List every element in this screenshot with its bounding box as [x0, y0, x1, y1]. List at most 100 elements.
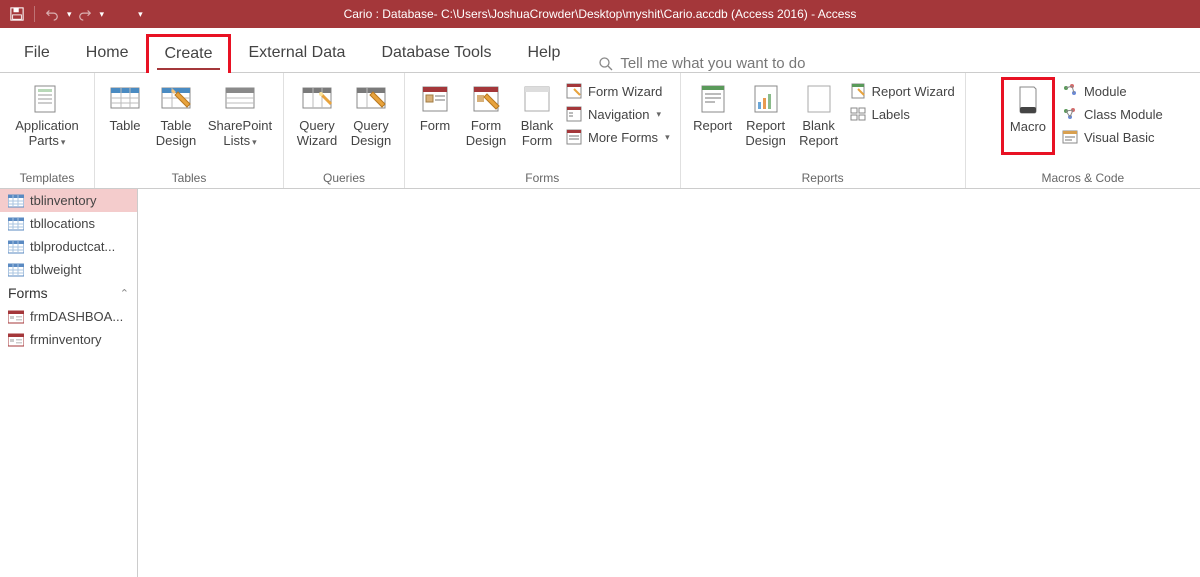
visual-basic-button[interactable]: Visual Basic: [1059, 127, 1165, 147]
undo-dropdown-icon[interactable]: ▾: [67, 9, 72, 20]
table-icon: [8, 217, 24, 231]
more-forms-button[interactable]: More Forms▾: [563, 127, 672, 147]
qat-customize-icon[interactable]: ▾: [138, 9, 143, 20]
group-label-reports: Reports: [689, 169, 957, 188]
document-area: [138, 189, 1200, 577]
table-icon: [8, 194, 24, 208]
sharepoint-lists-button[interactable]: SharePoint Lists▾: [205, 77, 275, 149]
nav-item-label: tblproductcat...: [30, 239, 115, 254]
labels-icon: [849, 105, 867, 123]
report-design-button[interactable]: Report Design: [741, 77, 791, 149]
blank-report-button[interactable]: Blank Report: [795, 77, 843, 149]
nav-form-item[interactable]: frmDASHBOA...: [0, 305, 137, 328]
collapse-icon: ⌃: [120, 287, 129, 300]
report-wizard-button[interactable]: Report Wizard: [847, 81, 957, 101]
form-icon: [420, 81, 450, 117]
macro-button[interactable]: Macro: [1001, 77, 1055, 155]
group-templates: Application Parts▾ Templates: [0, 73, 95, 188]
tell-me-search[interactable]: Tell me what you want to do: [598, 55, 805, 72]
more-forms-icon: [565, 128, 583, 146]
search-icon: [598, 56, 614, 72]
form-wizard-icon: [565, 82, 583, 100]
group-label-forms: Forms: [413, 169, 672, 188]
nav-form-item[interactable]: frminventory: [0, 328, 137, 351]
blank-report-icon: [804, 81, 834, 117]
tell-me-placeholder: Tell me what you want to do: [620, 55, 805, 72]
sharepoint-lists-icon: [224, 81, 256, 117]
title-bar: ▾ ▾ ▾ Cario : Database- C:\Users\JoshuaC…: [0, 0, 1200, 28]
module-button[interactable]: Module: [1059, 81, 1165, 101]
undo-icon[interactable]: [45, 7, 59, 21]
group-forms: Form Form Design Blank Form Form Wizard …: [405, 73, 681, 188]
table-button[interactable]: Table: [103, 77, 147, 149]
nav-item-label: tbllocations: [30, 216, 95, 231]
save-icon[interactable]: [10, 7, 24, 21]
window-title: Cario : Database- C:\Users\JoshuaCrowder…: [344, 7, 857, 21]
nav-item-label: tblinventory: [30, 193, 96, 208]
nav-item-label: frmDASHBOA...: [30, 309, 123, 324]
tab-help[interactable]: Help: [509, 33, 578, 72]
report-icon: [698, 81, 728, 117]
group-reports: Report Report Design Blank Report Report…: [681, 73, 966, 188]
form-button[interactable]: Form: [413, 77, 457, 149]
tab-database-tools[interactable]: Database Tools: [363, 33, 509, 72]
redo-dropdown-icon[interactable]: ▾: [100, 9, 105, 20]
query-design-button[interactable]: Query Design: [346, 77, 396, 149]
class-module-button[interactable]: Class Module: [1059, 104, 1165, 124]
chevron-down-icon: ▾: [61, 137, 66, 147]
nav-table-item[interactable]: tblweight: [0, 258, 137, 281]
tab-create[interactable]: Create: [146, 34, 230, 73]
form-design-icon: [471, 81, 501, 117]
group-macros-code: Macro Module Class Module Visual Basic M…: [966, 73, 1200, 188]
qat-separator: [34, 6, 35, 22]
visual-basic-icon: [1061, 128, 1079, 146]
report-design-icon: [751, 81, 781, 117]
group-queries: Query Wizard Query Design Queries: [284, 73, 405, 188]
module-icon: [1061, 82, 1079, 100]
blank-form-icon: [522, 81, 552, 117]
group-label-macros: Macros & Code: [974, 169, 1192, 188]
quick-access-toolbar: ▾ ▾ ▾: [0, 6, 143, 22]
application-parts-button[interactable]: Application Parts▾: [8, 77, 86, 149]
table-design-button[interactable]: Table Design: [151, 77, 201, 149]
redo-icon[interactable]: [78, 7, 92, 21]
class-module-icon: [1061, 105, 1079, 123]
labels-button[interactable]: Labels: [847, 104, 957, 124]
ribbon: Application Parts▾ Templates Table Table…: [0, 73, 1200, 189]
nav-table-item[interactable]: tblinventory: [0, 189, 137, 212]
nav-table-item[interactable]: tbllocations: [0, 212, 137, 235]
group-label-queries: Queries: [292, 169, 396, 188]
form-design-button[interactable]: Form Design: [461, 77, 511, 149]
group-tables: Table Table Design SharePoint Lists▾ Tab…: [95, 73, 284, 188]
nav-item-label: frminventory: [30, 332, 102, 347]
table-icon: [8, 240, 24, 254]
group-label-tables: Tables: [103, 169, 275, 188]
chevron-down-icon: ▾: [665, 132, 670, 143]
form-icon: [8, 310, 24, 324]
chevron-down-icon: ▾: [252, 137, 257, 147]
query-wizard-button[interactable]: Query Wizard: [292, 77, 342, 149]
nav-group-forms[interactable]: Forms ⌃: [0, 281, 137, 305]
group-label-templates: Templates: [8, 169, 86, 188]
tab-external-data[interactable]: External Data: [231, 33, 364, 72]
tab-file[interactable]: File: [6, 33, 68, 72]
navigation-button[interactable]: Navigation▾: [563, 104, 672, 124]
macro-icon: [1014, 82, 1042, 118]
report-button[interactable]: Report: [689, 77, 737, 149]
navigation-pane: tblinventory tbllocations tblproductcat.…: [0, 189, 138, 577]
workspace: tblinventory tbllocations tblproductcat.…: [0, 189, 1200, 577]
query-design-icon: [355, 81, 387, 117]
navigation-icon: [565, 105, 583, 123]
query-wizard-icon: [301, 81, 333, 117]
table-icon: [8, 263, 24, 277]
ribbon-tabs: File Home Create External Data Database …: [0, 28, 1200, 73]
nav-table-item[interactable]: tblproductcat...: [0, 235, 137, 258]
blank-form-button[interactable]: Blank Form: [515, 77, 559, 149]
application-parts-icon: [31, 81, 63, 117]
form-wizard-button[interactable]: Form Wizard: [563, 81, 672, 101]
nav-item-label: tblweight: [30, 262, 81, 277]
tab-home[interactable]: Home: [68, 33, 147, 72]
table-design-icon: [160, 81, 192, 117]
chevron-down-icon: ▾: [656, 109, 661, 120]
form-icon: [8, 333, 24, 347]
